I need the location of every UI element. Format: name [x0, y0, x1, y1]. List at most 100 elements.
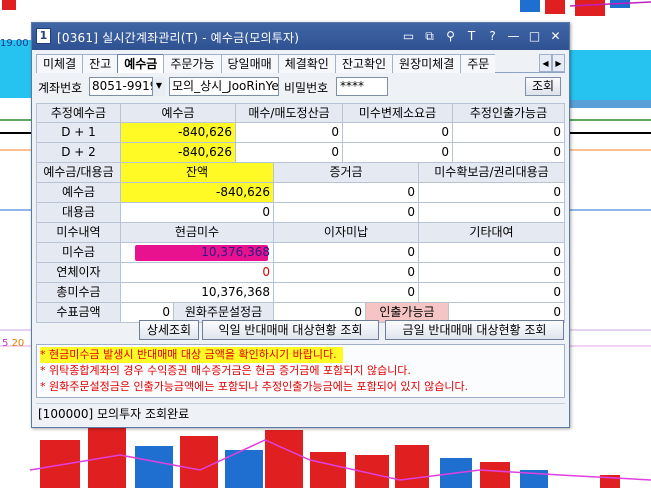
password-label: 비밀번호 [284, 81, 329, 95]
notes-panel: * 현금미수금 발생시 반대매매 대상 금액을 확인하시기 바랍니다. * 위탁… [36, 344, 565, 398]
overdue-interest: 0 [274, 263, 419, 283]
header-unpaid-interest: 이자미납 [274, 223, 419, 243]
tab-order[interactable]: 주문 [460, 54, 496, 73]
d1-shortage-repay: 0 [343, 123, 453, 143]
minimize-icon[interactable]: — [506, 29, 521, 44]
tab-scroll-right-icon[interactable]: ▶ [552, 54, 565, 72]
header-secured-rights: 미수확보금/권리대용금 [419, 163, 565, 183]
header-estimated-withdrawable: 추정인출가능금 [453, 103, 565, 123]
d1-settlement: 0 [236, 123, 343, 143]
chart-price-label: 19.00 [0, 38, 29, 49]
header-settlement: 매수/매도정산금 [236, 103, 343, 123]
pin-icon[interactable]: ⚲ [443, 29, 458, 44]
header-shortage-details: 미수내역 [36, 223, 121, 243]
total-shortage-other: 0 [419, 283, 565, 303]
account-row: 계좌번호 8051-9919 ▼ 모의_상시_JooRinYe 비밀번호 ***… [36, 77, 565, 97]
header-estimated-deposit: 추정예수금 [36, 103, 121, 123]
table-row: 미수금 10,376,368 0 0 [36, 243, 565, 263]
table-row: D + 2 -840,626 0 0 0 [36, 143, 565, 163]
account-window: 1 [0361] 실시간계좌관리(T) - 예수금(모의투자) ▭ ⧉ ⚲ T … [31, 22, 570, 428]
query-button[interactable]: 조회 [525, 77, 561, 96]
help-icon[interactable]: ? [485, 29, 500, 44]
window-number: 1 [36, 28, 51, 44]
row-label-d1: D + 1 [36, 123, 121, 143]
maximize-icon[interactable]: □ [527, 29, 542, 44]
table-header-row: 예수금/대용금 잔액 증거금 미수확보금/권리대용금 [36, 163, 565, 183]
button-row: 상세조회 익일 반대매매 대상현황 조회 금일 반대매매 대상현황 조회 [36, 320, 565, 342]
total-shortage-interest: 0 [274, 283, 419, 303]
tab-order-available[interactable]: 주문가능 [163, 54, 222, 73]
header-shortage-repay: 미수변제소요금 [343, 103, 453, 123]
title-bar[interactable]: 1 [0361] 실시간계좌관리(T) - 예수금(모의투자) ▭ ⧉ ⚲ T … [32, 23, 569, 50]
row-label-d2: D + 2 [36, 143, 121, 163]
overdue-cash: 0 [121, 263, 274, 283]
header-deposit: 예수금 [121, 103, 236, 123]
tab-ledger-unfilled[interactable]: 원장미체결 [392, 54, 462, 73]
header-balance: 잔액 [121, 163, 274, 183]
tab-balance[interactable]: 잔고 [82, 54, 119, 73]
deposit-margin: 0 [274, 183, 419, 203]
account-name-field[interactable]: 모의_상시_JooRinYe [169, 77, 279, 96]
substitute-margin: 0 [274, 203, 419, 223]
header-other-loan: 기타대여 [419, 223, 565, 243]
chart-indicator-value2: 20 [11, 338, 25, 349]
table-row: 예수금 -840,626 0 0 [36, 183, 565, 203]
deposit-balance: -840,626 [121, 183, 274, 203]
shortage-interest: 0 [274, 243, 419, 263]
tab-balance-check[interactable]: 잔고확인 [334, 54, 394, 73]
window-title: [0361] 실시간계좌관리(T) - 예수금(모의투자) [57, 31, 300, 45]
table-header-row: 미수내역 현금미수 이자미납 기타대여 [36, 223, 565, 243]
d2-shortage-repay: 0 [343, 143, 453, 163]
row-label-overdue-interest: 연체이자 [36, 263, 121, 283]
title-bar-icons: ▭ ⧉ ⚲ T ? — □ ✕ [401, 29, 563, 44]
shortage-other: 0 [419, 243, 565, 263]
total-shortage-cash: 10,376,368 [121, 283, 274, 303]
table-row: 대용금 0 0 0 [36, 203, 565, 223]
table-header-row: 추정예수금 예수금 매수/매도정산금 미수변제소요금 추정인출가능금 [36, 103, 565, 123]
shortage-cash: 10,376,368 [201, 245, 270, 259]
tab-scroll-left-icon[interactable]: ◀ [539, 54, 552, 72]
copy-icon[interactable]: ⧉ [422, 29, 437, 44]
overdue-other: 0 [419, 263, 565, 283]
row-label-total-shortage: 총미수금 [36, 283, 121, 303]
deposit-secured: 0 [419, 183, 565, 203]
header-margin: 증거금 [274, 163, 419, 183]
font-icon[interactable]: T [464, 29, 479, 44]
restore-icon[interactable]: ▭ [401, 29, 416, 44]
close-icon[interactable]: ✕ [548, 29, 563, 44]
d2-estimated-withdrawable: 0 [453, 143, 565, 163]
d1-deposit: -840,626 [121, 123, 236, 143]
next-day-liquidation-button[interactable]: 익일 반대매매 대상현황 조회 [202, 320, 379, 340]
tab-deposit[interactable]: 예수금 [117, 54, 165, 73]
note-3: * 원화주문설정금은 인출가능금액에는 포함되나 추정인출가능금에는 포함되어 … [40, 380, 469, 393]
table-row: 총미수금 10,376,368 0 0 [36, 283, 565, 303]
substitute-rights: 0 [419, 203, 565, 223]
status-bar: [100000] 모의투자 조회완료 [36, 403, 565, 423]
row-label-substitute: 대용금 [36, 203, 121, 223]
deposit-grid: 추정예수금 예수금 매수/매도정산금 미수변제소요금 추정인출가능금 D + 1… [36, 103, 565, 323]
detail-button[interactable]: 상세조회 [139, 320, 199, 340]
note-1: * 현금미수금 발생시 반대매매 대상 금액을 확인하시기 바랍니다. [40, 347, 343, 363]
d2-deposit: -840,626 [121, 143, 236, 163]
chevron-down-icon[interactable]: ▼ [152, 77, 165, 96]
row-label-deposit: 예수금 [36, 183, 121, 203]
today-liquidation-button[interactable]: 금일 반대매매 대상현황 조회 [385, 320, 564, 340]
tab-execution-check[interactable]: 체결확인 [277, 54, 336, 73]
table-row: 연체이자 0 0 0 [36, 263, 565, 283]
table-row: D + 1 -840,626 0 0 0 [36, 123, 565, 143]
tab-bar: 미체결 잔고 예수금 주문가능 당일매매 체결확인 잔고확인 원장미체결 주문 … [36, 54, 565, 73]
account-label: 계좌번호 [38, 81, 83, 95]
chart-indicator-label: 5 20 [2, 338, 24, 349]
password-field[interactable]: **** [336, 77, 388, 96]
tab-unfilled[interactable]: 미체결 [36, 54, 84, 73]
shortage-cash-cell: 10,376,368 [121, 243, 274, 263]
d1-estimated-withdrawable: 0 [453, 123, 565, 143]
header-cash-shortage: 현금미수 [121, 223, 274, 243]
row-label-shortage: 미수금 [36, 243, 121, 263]
chart-indicator-value: 5 [2, 338, 9, 349]
d2-settlement: 0 [236, 143, 343, 163]
tab-scroll: ◀ ▶ [539, 54, 565, 72]
tab-daily-trade[interactable]: 당일매매 [220, 54, 279, 73]
header-deposit-substitute: 예수금/대용금 [36, 163, 121, 183]
note-2: * 위탁종합계좌의 경우 수익증권 매수증거금은 현금 증거금에 포함되지 않습… [40, 364, 411, 377]
